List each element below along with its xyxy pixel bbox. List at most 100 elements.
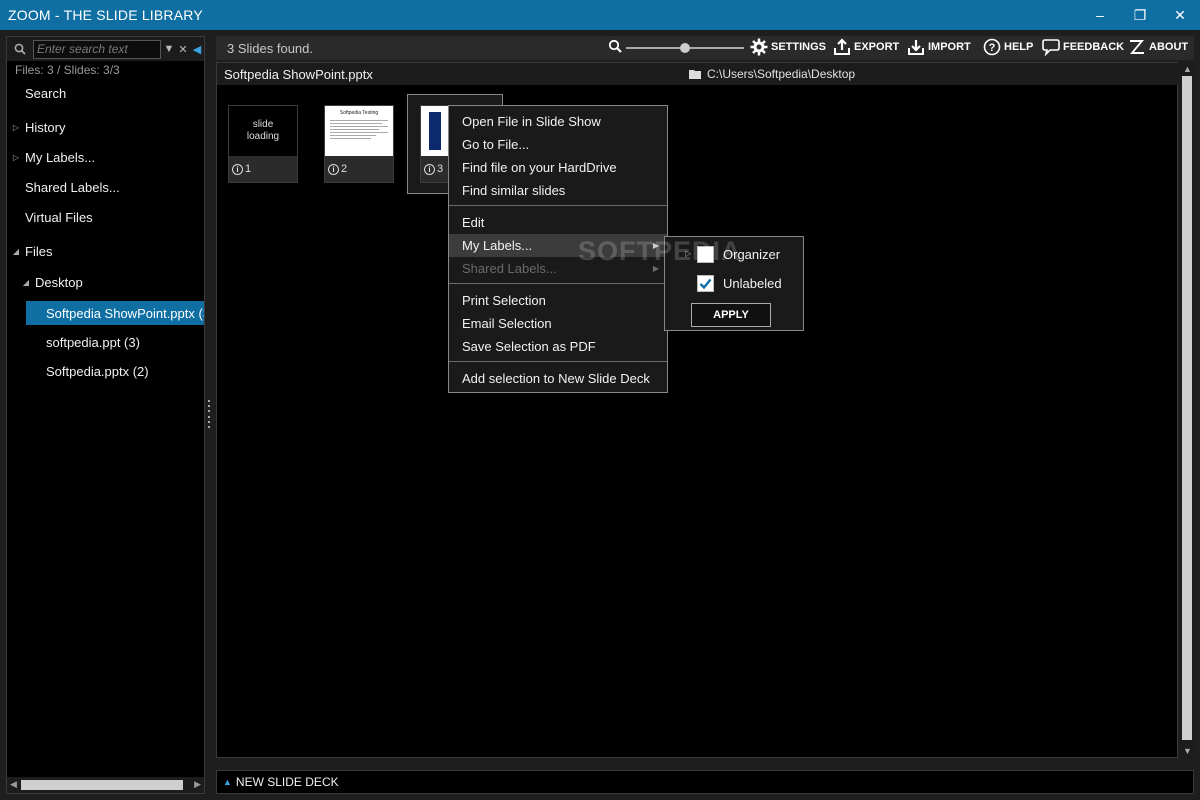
- zoom-slider[interactable]: [626, 38, 744, 58]
- window-title: ZOOM - THE SLIDE LIBRARY: [8, 7, 203, 23]
- close-button[interactable]: ✕: [1160, 0, 1200, 30]
- feedback-button[interactable]: FEEDBACK: [1042, 38, 1124, 56]
- sidebar-item-virtual-files[interactable]: Virtual Files: [7, 205, 204, 229]
- new-slide-deck-bar[interactable]: ▲ NEW SLIDE DECK: [216, 770, 1194, 794]
- feedback-label: FEEDBACK: [1063, 41, 1125, 53]
- slide-thumbnail[interactable]: Softpedia Testing i 2: [324, 105, 394, 183]
- filter-dropdown-icon[interactable]: ▼: [163, 39, 175, 59]
- sidebar-item-label: Desktop: [35, 274, 83, 290]
- menu-item-edit[interactable]: Edit: [449, 211, 667, 234]
- menu-item-email-selection[interactable]: Email Selection: [449, 312, 667, 335]
- expand-arrow-icon[interactable]: ▷: [7, 123, 25, 132]
- sidebar-item-label: Files: [25, 243, 53, 259]
- file-path-text: C:\Users\Softpedia\Desktop: [707, 67, 856, 81]
- menu-separator: [449, 283, 667, 284]
- results-count: 3 Slides found.: [227, 40, 314, 56]
- watermark: SOFTPEDIA: [578, 236, 742, 266]
- slide-loading-text: slide loading: [246, 119, 280, 142]
- sidebar-item-label: Shared Labels...: [25, 179, 120, 195]
- slide-preview-title: Softpedia Testing: [339, 110, 379, 116]
- slide-preview: Softpedia Testing: [325, 106, 393, 156]
- maximize-button[interactable]: ❐: [1120, 0, 1160, 30]
- title-bar: ZOOM - THE SLIDE LIBRARY – ❐ ✕: [0, 0, 1200, 30]
- sidebar-item-softpedia-showpoint[interactable]: Softpedia ShowPoint.pptx (3): [26, 301, 204, 325]
- search-input[interactable]: [33, 39, 161, 59]
- search-bar: ▼ ✕ ◀: [7, 37, 204, 61]
- minimize-button[interactable]: –: [1080, 0, 1120, 30]
- sidebar: ▼ ✕ ◀ Files: 3 / Slides: 3/3 Search ▷ Hi…: [6, 36, 205, 794]
- help-label: HELP: [1004, 41, 1034, 53]
- sidebar-item-label: Search: [25, 85, 67, 101]
- sidebar-item-search[interactable]: Search: [7, 81, 204, 105]
- checkbox-unlabeled[interactable]: [697, 275, 714, 292]
- vertical-scrollbar[interactable]: ▲ ▼: [1180, 62, 1194, 758]
- panel-splitter-handle[interactable]: [207, 400, 211, 428]
- scrollbar-thumb[interactable]: [1182, 76, 1192, 740]
- collapse-panel-icon[interactable]: ◀: [191, 39, 203, 59]
- menu-separator: [449, 205, 667, 206]
- gear-icon: [750, 38, 768, 56]
- import-button[interactable]: IMPORT: [907, 38, 971, 56]
- sidebar-item-softpedia-ppt[interactable]: softpedia.ppt (3): [7, 330, 204, 354]
- expand-up-icon[interactable]: ▲: [217, 777, 232, 787]
- file-path[interactable]: C:\Users\Softpedia\Desktop: [689, 67, 855, 81]
- menu-item-add-to-slide-deck[interactable]: Add selection to New Slide Deck: [449, 367, 667, 390]
- slide-number: i 2: [328, 163, 347, 175]
- clear-search-icon[interactable]: ✕: [177, 39, 189, 59]
- folder-icon: [689, 70, 701, 79]
- info-icon[interactable]: i: [328, 163, 339, 175]
- sidebar-item-history[interactable]: ▷ History: [7, 115, 204, 139]
- sidebar-item-label: softpedia.ppt (3): [46, 334, 140, 350]
- slide-number: i 3: [424, 163, 443, 175]
- sidebar-item-my-labels[interactable]: ▷ My Labels...: [7, 145, 204, 169]
- zoom-icon: [608, 39, 622, 58]
- collapse-arrow-icon[interactable]: ◢: [17, 278, 35, 287]
- settings-button[interactable]: SETTINGS: [750, 38, 826, 56]
- scrollbar-thumb[interactable]: [21, 780, 183, 790]
- about-button[interactable]: ABOUT: [1128, 38, 1188, 56]
- scroll-up-icon[interactable]: ▲: [1183, 64, 1192, 74]
- expand-arrow-icon[interactable]: ▷: [7, 153, 25, 162]
- menu-item-find-similar[interactable]: Find similar slides: [449, 179, 667, 202]
- label-option-text: Unlabeled: [723, 276, 782, 291]
- new-slide-deck-label: NEW SLIDE DECK: [235, 775, 339, 789]
- menu-item-open-slide-show[interactable]: Open File in Slide Show: [449, 110, 667, 133]
- slide-preview: slide loading: [229, 106, 297, 156]
- label-option-unlabeled[interactable]: Unlabeled: [697, 275, 782, 292]
- export-button[interactable]: EXPORT: [833, 38, 899, 56]
- slide-thumbnail[interactable]: slide loading i 1: [228, 105, 298, 183]
- scroll-left-icon[interactable]: ◀: [10, 779, 17, 790]
- file-count: Files: 3 / Slides: 3/3: [15, 63, 120, 77]
- sidebar-item-label: Softpedia.pptx (2): [46, 363, 149, 379]
- help-button[interactable]: ? HELP: [983, 38, 1033, 56]
- collapse-arrow-icon[interactable]: ◢: [7, 247, 25, 256]
- svg-text:?: ?: [989, 42, 996, 54]
- scroll-right-icon[interactable]: ▶: [194, 779, 201, 790]
- sidebar-item-desktop[interactable]: ◢ Desktop: [7, 270, 204, 294]
- scroll-down-icon[interactable]: ▼: [1183, 746, 1192, 756]
- sidebar-item-label: My Labels...: [25, 149, 96, 165]
- info-icon[interactable]: i: [232, 163, 243, 175]
- sidebar-item-softpedia-pptx[interactable]: Softpedia.pptx (2): [7, 359, 204, 383]
- horizontal-scrollbar[interactable]: ◀ ▶: [7, 777, 204, 793]
- sidebar-item-files[interactable]: ◢ Files: [7, 239, 204, 263]
- sidebar-item-label: Softpedia ShowPoint.pptx (3): [46, 305, 204, 321]
- slide-number: i 1: [232, 163, 251, 175]
- import-icon: [907, 38, 925, 56]
- info-icon[interactable]: i: [424, 163, 435, 175]
- zoom-slider-knob[interactable]: [680, 43, 690, 53]
- window-controls: – ❐ ✕: [1080, 0, 1200, 30]
- menu-item-find-on-harddrive[interactable]: Find file on your HardDrive: [449, 156, 667, 179]
- zoom-logo-icon: [1128, 38, 1146, 56]
- apply-button[interactable]: APPLY: [691, 303, 771, 327]
- export-icon: [833, 38, 851, 56]
- menu-item-go-to-file[interactable]: Go to File...: [449, 133, 667, 156]
- checkmark-icon: [699, 278, 712, 290]
- menu-item-save-as-pdf[interactable]: Save Selection as PDF: [449, 335, 667, 358]
- search-icon: [7, 43, 33, 55]
- zoom-control: [608, 38, 744, 58]
- menu-item-print-selection[interactable]: Print Selection: [449, 289, 667, 312]
- sidebar-item-shared-labels[interactable]: Shared Labels...: [7, 175, 204, 199]
- settings-label: SETTINGS: [771, 41, 827, 53]
- speech-bubble-icon: [1042, 38, 1060, 56]
